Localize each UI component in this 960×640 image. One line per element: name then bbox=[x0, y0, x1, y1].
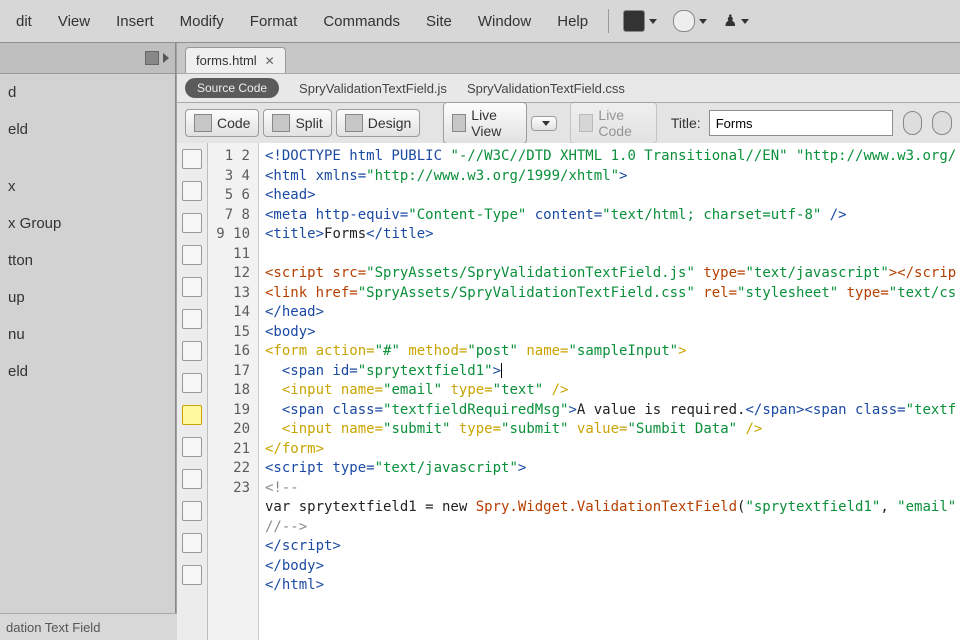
person-icon: ♟ bbox=[723, 11, 737, 31]
gear-icon bbox=[673, 10, 695, 32]
insert-panel-item[interactable] bbox=[0, 148, 175, 168]
binoculars-icon[interactable] bbox=[903, 111, 923, 135]
menu-edit[interactable]: dit bbox=[4, 7, 44, 36]
code-label: Code bbox=[217, 115, 250, 131]
panel-footer: dation Text Field bbox=[0, 613, 181, 640]
user-menu[interactable]: ♟ bbox=[723, 11, 749, 31]
insert-panel-item[interactable]: x Group bbox=[0, 205, 175, 242]
title-label: Title: bbox=[671, 115, 701, 131]
menu-format[interactable]: Format bbox=[238, 7, 310, 36]
tool-syntax-icon[interactable] bbox=[182, 373, 202, 393]
tool-format-icon[interactable] bbox=[182, 565, 202, 585]
menu-view[interactable]: View bbox=[46, 7, 102, 36]
code-view-button[interactable]: Code bbox=[185, 109, 259, 137]
panel-header bbox=[0, 43, 175, 74]
document-area: forms.html ✕ Source Code SpryValidationT… bbox=[177, 43, 960, 640]
liveview-icon bbox=[452, 114, 467, 132]
close-icon[interactable]: ✕ bbox=[265, 54, 275, 68]
liveview-label: Live View bbox=[471, 107, 518, 139]
layout-icon bbox=[623, 10, 645, 32]
file-tab[interactable]: forms.html ✕ bbox=[185, 47, 286, 73]
insert-panel-item[interactable]: d bbox=[0, 74, 175, 111]
insert-panel: deldxx Groupttonupnueld bbox=[0, 43, 176, 640]
menu-commands[interactable]: Commands bbox=[311, 7, 412, 36]
tool-expand-icon[interactable] bbox=[182, 213, 202, 233]
tool-open-docs-icon[interactable] bbox=[182, 149, 202, 169]
related-files-bar: Source Code SpryValidationTextField.js S… bbox=[177, 73, 960, 103]
insert-panel-item[interactable]: eld bbox=[0, 111, 175, 148]
extend-menu[interactable] bbox=[673, 10, 707, 32]
design-icon bbox=[345, 114, 363, 132]
design-view-button[interactable]: Design bbox=[336, 109, 421, 137]
insert-panel-item[interactable]: x bbox=[0, 168, 175, 205]
related-file-js[interactable]: SpryValidationTextField.js bbox=[299, 81, 447, 96]
document-tabstrip: forms.html ✕ bbox=[177, 43, 960, 73]
live-view-dropdown[interactable] bbox=[531, 116, 557, 131]
tool-select-parent-icon[interactable] bbox=[182, 245, 202, 265]
code-editor: 1 2 3 4 5 6 7 8 9 10 11 12 13 14 15 16 1… bbox=[177, 143, 960, 640]
tool-collapse-icon[interactable] bbox=[182, 181, 202, 201]
globe-icon[interactable] bbox=[932, 111, 952, 135]
livecode-label: Live Code bbox=[598, 107, 647, 139]
split-icon bbox=[272, 114, 290, 132]
split-view-button[interactable]: Split bbox=[263, 109, 331, 137]
related-file-css[interactable]: SpryValidationTextField.css bbox=[467, 81, 625, 96]
menu-window[interactable]: Window bbox=[466, 7, 543, 36]
chevron-down-icon bbox=[741, 19, 749, 24]
app-menubar: dit View Insert Modify Format Commands S… bbox=[0, 0, 960, 43]
tool-indent-icon[interactable] bbox=[182, 501, 202, 521]
chevron-down-icon bbox=[699, 19, 707, 24]
tool-wrap-icon[interactable] bbox=[182, 437, 202, 457]
tool-outdent-icon[interactable] bbox=[182, 533, 202, 553]
livecode-icon bbox=[579, 114, 594, 132]
code-icon bbox=[194, 114, 212, 132]
document-title-input[interactable] bbox=[709, 110, 893, 136]
split-label: Split bbox=[295, 115, 322, 131]
panel-collapse-icon[interactable] bbox=[145, 51, 159, 65]
document-toolbar: Code Split Design Live View Live Code Ti… bbox=[177, 103, 960, 144]
insert-panel-item[interactable]: nu bbox=[0, 316, 175, 353]
chevron-down-icon bbox=[542, 121, 550, 126]
live-code-button: Live Code bbox=[570, 102, 657, 144]
menu-site[interactable]: Site bbox=[414, 7, 464, 36]
code-text-area[interactable]: <!DOCTYPE html PUBLIC "-//W3C//DTD XHTML… bbox=[259, 143, 960, 640]
source-code-pill[interactable]: Source Code bbox=[185, 78, 279, 98]
tool-apply-comment-icon[interactable] bbox=[182, 405, 202, 425]
tool-highlight-icon[interactable] bbox=[182, 341, 202, 361]
text-caret bbox=[501, 363, 502, 378]
insert-panel-item[interactable]: tton bbox=[0, 242, 175, 279]
chevron-down-icon bbox=[649, 19, 657, 24]
line-number-gutter: 1 2 3 4 5 6 7 8 9 10 11 12 13 14 15 16 1… bbox=[208, 143, 259, 640]
menu-modify[interactable]: Modify bbox=[168, 7, 236, 36]
file-tab-label: forms.html bbox=[196, 53, 257, 68]
tool-line-numbers-icon[interactable] bbox=[182, 309, 202, 329]
layout-selector[interactable] bbox=[623, 10, 657, 32]
menu-insert[interactable]: Insert bbox=[104, 7, 166, 36]
insert-panel-item[interactable]: eld bbox=[0, 353, 175, 390]
panel-footer-label: dation Text Field bbox=[6, 620, 100, 635]
insert-panel-item[interactable]: up bbox=[0, 279, 175, 316]
tool-balance-icon[interactable] bbox=[182, 277, 202, 297]
code-vertical-toolbar bbox=[177, 143, 208, 640]
panel-menu-icon[interactable] bbox=[163, 53, 169, 63]
tool-recent-icon[interactable] bbox=[182, 469, 202, 489]
menu-separator bbox=[608, 9, 609, 33]
live-view-button[interactable]: Live View bbox=[443, 102, 527, 144]
design-label: Design bbox=[368, 115, 412, 131]
menu-help[interactable]: Help bbox=[545, 7, 600, 36]
